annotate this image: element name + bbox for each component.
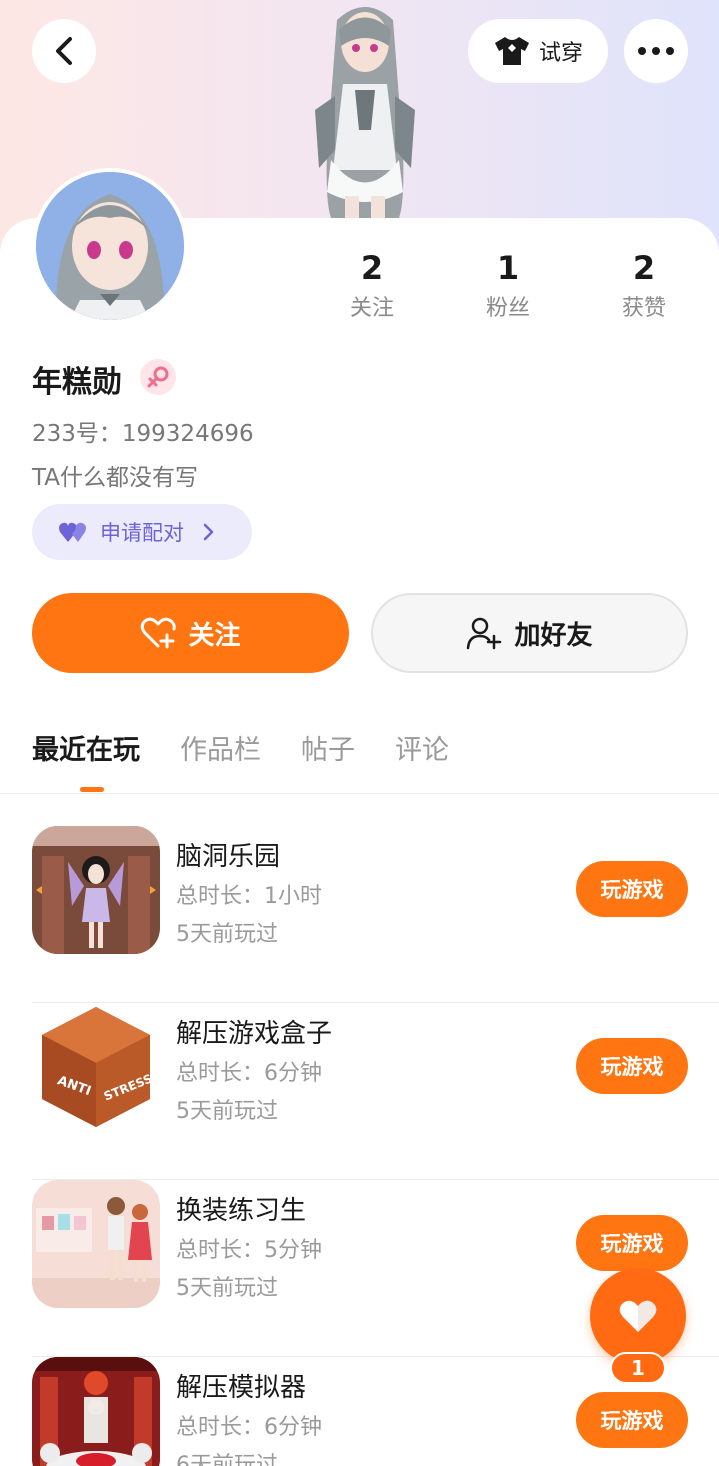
stat-likes-value: 2	[632, 249, 656, 287]
back-button[interactable]	[32, 19, 96, 83]
game-duration: 总时长：6分钟	[176, 1415, 322, 1440]
game-1-artwork	[32, 826, 160, 954]
game-icon	[32, 1357, 160, 1466]
game-row[interactable]: 脑洞乐园 总时长：1小时 5天前玩过 玩游戏	[0, 826, 719, 1003]
game-icon	[32, 1180, 160, 1308]
game-name: 解压模拟器	[176, 1373, 307, 1403]
game-icon: ANTI STRESS	[32, 1003, 160, 1131]
more-dots-icon	[638, 47, 674, 55]
play-game-button[interactable]: 玩游戏	[576, 1392, 688, 1448]
try-on-label: 试穿	[538, 41, 583, 66]
stat-likes-label: 获赞	[621, 296, 666, 321]
game-last-played: 5天前玩过	[176, 1276, 278, 1301]
stat-likes[interactable]: 2 获赞	[584, 248, 704, 322]
user-bio: TA什么都没有写	[32, 465, 198, 491]
game-name: 脑洞乐园	[176, 842, 281, 872]
tab-recently-played[interactable]: 最近在玩	[32, 728, 140, 778]
game-duration: 总时长：6分钟	[176, 1061, 322, 1086]
profile-tabs: 最近在玩 作品栏 帖子 评论	[32, 728, 449, 778]
play-game-button[interactable]: 玩游戏	[576, 861, 688, 917]
stat-followers[interactable]: 1 粉丝	[448, 248, 568, 322]
heart-icon	[619, 1300, 657, 1332]
game-row[interactable]: ANTI STRESS 解压游戏盒子 总时长：6分钟 5天前玩过 玩游戏	[0, 1003, 719, 1180]
game-last-played: 5天前玩过	[176, 1099, 278, 1124]
game-last-played: 5天前玩过	[176, 922, 278, 947]
chevron-left-icon	[56, 37, 72, 65]
avatar[interactable]	[32, 168, 188, 324]
tab-works[interactable]: 作品栏	[180, 728, 261, 778]
play-game-button[interactable]: 玩游戏	[576, 1038, 688, 1094]
game-duration: 总时长：1小时	[176, 884, 322, 909]
game-name: 换装练习生	[176, 1196, 307, 1226]
stat-followers-label: 粉丝	[485, 296, 530, 321]
game-3-artwork	[32, 1180, 160, 1308]
character-model-image	[315, 7, 415, 224]
game-name: 解压游戏盒子	[176, 1019, 333, 1049]
user-plus-icon	[467, 617, 502, 650]
game-icon	[32, 826, 160, 954]
stat-followers-value: 1	[496, 249, 520, 287]
gender-badge	[140, 359, 176, 395]
double-heart-icon	[59, 522, 86, 542]
game-2-artwork: ANTI STRESS	[42, 1007, 154, 1127]
try-on-button[interactable]: 试穿	[468, 19, 608, 83]
stat-following[interactable]: 2 关注	[312, 248, 432, 322]
more-options-button[interactable]	[624, 19, 688, 83]
play-game-button[interactable]: 玩游戏	[576, 1215, 688, 1271]
tab-posts[interactable]: 帖子	[301, 728, 355, 778]
follow-label: 关注	[188, 620, 241, 651]
game-duration: 总时长：5分钟	[176, 1238, 322, 1263]
like-count-badge: 1	[610, 1352, 666, 1384]
tabs-divider	[0, 793, 719, 794]
stat-following-value: 2	[360, 249, 384, 287]
heart-plus-icon	[141, 617, 177, 649]
like-fab-button[interactable]	[590, 1268, 686, 1364]
stat-following-label: 关注	[349, 296, 394, 321]
user-id: 233号：199324696	[32, 421, 254, 447]
request-pair-label: 申请配对	[100, 521, 184, 545]
avatar-image	[36, 172, 184, 320]
active-tab-indicator	[80, 787, 104, 792]
follow-button[interactable]: 关注	[32, 593, 349, 673]
add-friend-label: 加好友	[514, 620, 593, 651]
username: 年糕勋	[32, 365, 122, 400]
female-icon	[147, 366, 169, 388]
chevron-right-icon	[203, 523, 214, 541]
game-4-artwork	[32, 1357, 160, 1466]
tshirt-icon	[494, 37, 529, 65]
add-friend-button[interactable]: 加好友	[371, 593, 688, 673]
tab-comments[interactable]: 评论	[395, 728, 449, 778]
game-last-played: 6天前玩过	[176, 1453, 278, 1466]
request-pair-button[interactable]: 申请配对	[32, 504, 252, 560]
